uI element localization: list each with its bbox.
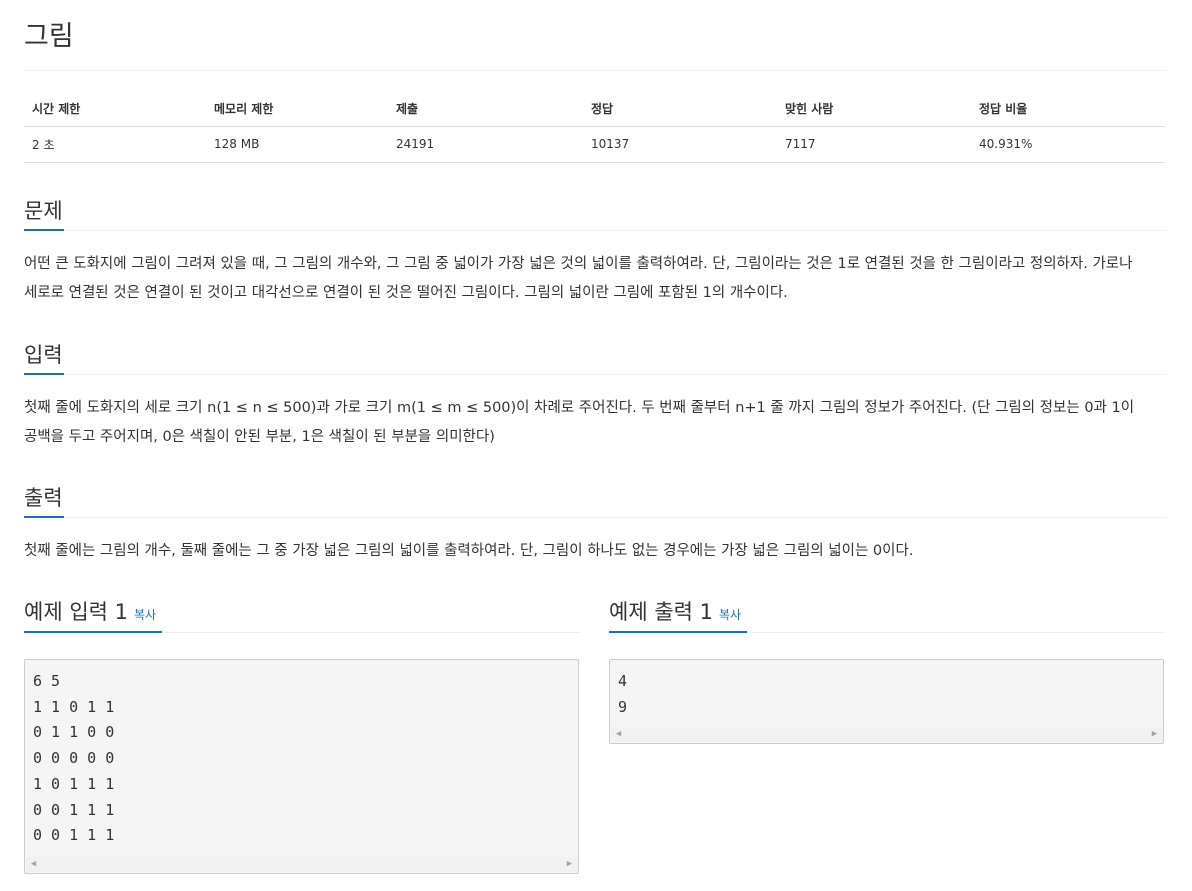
title-divider xyxy=(24,70,1165,71)
sample-output-content: 4 9 xyxy=(618,672,628,716)
heading-underline xyxy=(609,631,747,633)
sample-input-heading-bar: 예제 입력 1 복사 xyxy=(24,594,580,633)
sample-output-title: 예제 출력 1 xyxy=(609,600,713,624)
output-heading: 출력 xyxy=(24,486,63,510)
header-accepted: 정답 xyxy=(583,92,777,127)
sample-input-block[interactable]: 6 5 1 1 0 1 1 0 1 1 0 0 0 0 0 0 0 1 0 1 … xyxy=(24,659,579,874)
header-solved-users: 맞힌 사람 xyxy=(777,92,971,127)
output-heading-bar: 출력 xyxy=(24,480,1165,518)
output-description: 첫째 줄에는 그림의 개수, 둘째 줄에는 그 중 가장 넓은 그림의 넓이를 … xyxy=(24,543,914,559)
page-title: 그림 xyxy=(24,21,74,52)
value-solved-users: 7117 xyxy=(777,126,971,163)
sample-input-content: 6 5 1 1 0 1 1 0 1 1 0 0 0 0 0 0 0 1 0 1 … xyxy=(33,672,115,845)
sample-output-heading-bar: 예제 출력 1 복사 xyxy=(609,594,1165,633)
input-section: 입력 첫째 줄에 도화지의 세로 크기 n(1 ≤ n ≤ 500)과 가로 크… xyxy=(24,337,1165,452)
header-memory-limit: 메모리 제한 xyxy=(206,92,388,127)
sample-input-heading: 예제 입력 1 복사 xyxy=(24,596,156,626)
value-submissions: 24191 xyxy=(388,126,583,163)
horizontal-scrollbar[interactable]: ◀ ▶ xyxy=(611,727,1162,742)
problem-heading: 문제 xyxy=(24,199,63,223)
sample-output-block[interactable]: 4 9 ◀ ▶ xyxy=(609,659,1164,744)
sample-output-heading: 예제 출력 1 복사 xyxy=(609,596,741,626)
heading-underline xyxy=(24,516,64,518)
sample-output-panel: 예제 출력 1 복사 4 9 ◀ ▶ xyxy=(609,594,1165,744)
scroll-right-icon[interactable]: ▶ xyxy=(1147,727,1162,742)
header-accept-ratio: 정답 비율 xyxy=(971,92,1165,127)
input-heading-bar: 입력 xyxy=(24,337,1165,375)
header-time-limit: 시간 제한 xyxy=(24,92,206,127)
value-time-limit: 2 초 xyxy=(24,126,206,163)
heading-underline xyxy=(24,229,64,231)
problem-description: 어떤 큰 도화지에 그림이 그려져 있을 때, 그 그림의 개수와, 그 그림 … xyxy=(24,256,1133,301)
sample-input-panel: 예제 입력 1 복사 6 5 1 1 0 1 1 0 1 1 0 0 0 0 0 … xyxy=(24,594,580,874)
value-accepted: 10137 xyxy=(583,126,777,163)
heading-underline xyxy=(24,631,162,633)
copy-sample-input-button[interactable]: 복사 xyxy=(134,608,156,622)
output-section: 출력 첫째 줄에는 그림의 개수, 둘째 줄에는 그 중 가장 넓은 그림의 넓… xyxy=(24,480,1165,566)
horizontal-scrollbar[interactable]: ◀ ▶ xyxy=(26,857,577,872)
problem-info-table: 시간 제한 메모리 제한 제출 정답 맞힌 사람 정답 비율 2 초 128 M… xyxy=(24,92,1165,163)
problem-heading-bar: 문제 xyxy=(24,193,1165,231)
value-accept-ratio: 40.931% xyxy=(971,126,1165,163)
scroll-left-icon[interactable]: ◀ xyxy=(611,727,626,742)
scroll-left-icon[interactable]: ◀ xyxy=(26,857,41,872)
problem-section: 문제 어떤 큰 도화지에 그림이 그려져 있을 때, 그 그림의 개수와, 그 … xyxy=(24,193,1165,308)
copy-sample-output-button[interactable]: 복사 xyxy=(719,608,741,622)
sample-input-title: 예제 입력 1 xyxy=(24,600,128,624)
input-description: 첫째 줄에 도화지의 세로 크기 n(1 ≤ n ≤ 500)과 가로 크기 m… xyxy=(24,400,1135,445)
header-submissions: 제출 xyxy=(388,92,583,127)
table-row: 2 초 128 MB 24191 10137 7117 40.931% xyxy=(24,126,1165,163)
heading-underline xyxy=(24,373,64,375)
input-heading: 입력 xyxy=(24,343,63,367)
scroll-right-icon[interactable]: ▶ xyxy=(562,857,577,872)
value-memory-limit: 128 MB xyxy=(206,126,388,163)
table-header-row: 시간 제한 메모리 제한 제출 정답 맞힌 사람 정답 비율 xyxy=(24,92,1165,127)
